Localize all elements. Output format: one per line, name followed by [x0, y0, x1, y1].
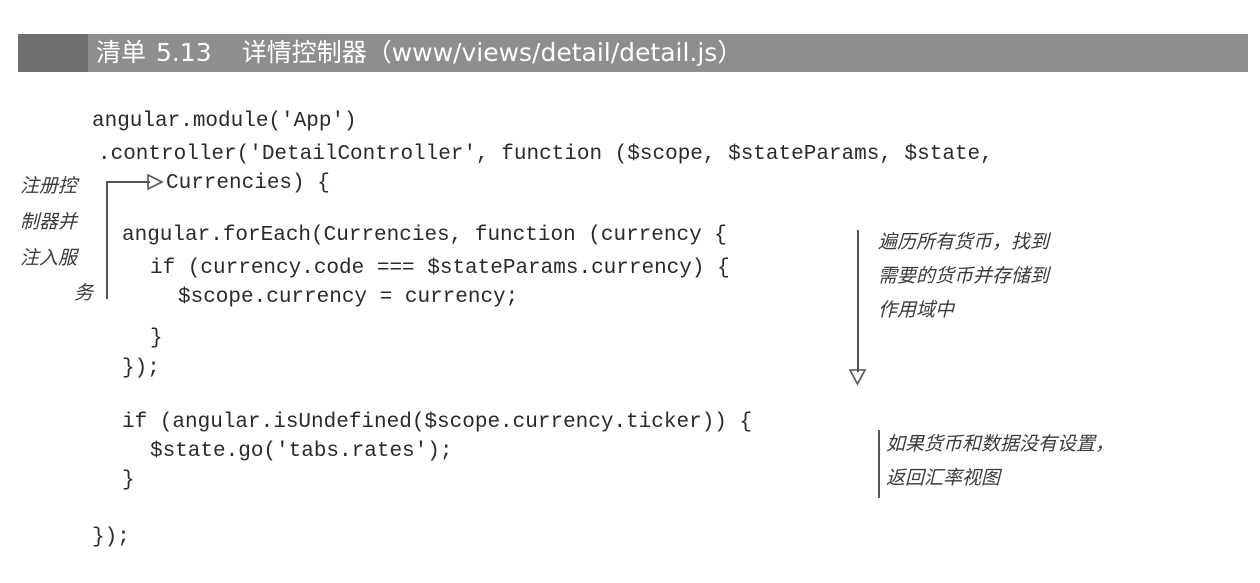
listing-header-accent: [18, 34, 88, 72]
annotation-fallback-line-text: 如果货币和数据没有设置，: [886, 433, 1115, 455]
arrow-right-icon: [147, 173, 164, 191]
code-line: angular.module('App'): [92, 110, 357, 133]
annotation-inject-connector: [106, 181, 150, 183]
annotation-inject-line: 注册控: [20, 175, 78, 197]
code-line: });: [122, 357, 160, 380]
code-line: }: [150, 327, 163, 350]
code-line: });: [92, 526, 130, 549]
listing-header: 清单 5.13 详情控制器（www/views/detail/detail.js）: [18, 34, 1248, 72]
annotation-loop-line-text: 作用域中: [878, 299, 955, 321]
annotation-fallback-line-text: 返回汇率视图: [886, 467, 1001, 489]
annotation-inject-bracket: [106, 181, 108, 299]
arrow-down-icon: [848, 369, 867, 386]
annotation-inject-line: 制器并: [20, 211, 78, 233]
code-line: Currencies) {: [166, 172, 330, 195]
listing-number: 5.13: [156, 38, 212, 67]
annotation-loop-line: [857, 230, 859, 372]
code-line: if (currency.code === $stateParams.curre…: [150, 257, 730, 280]
code-line: $scope.currency = currency;: [178, 286, 519, 309]
code-line: $state.go('tabs.rates');: [150, 440, 453, 463]
annotation-inject-line: 注入服: [20, 247, 78, 269]
code-line: .controller('DetailController', function…: [98, 143, 993, 166]
annotation-loop-line-text: 需要的货币并存储到: [878, 265, 1050, 287]
listing-label: 清单: [96, 38, 147, 67]
annotation-fallback-bracket: [878, 430, 880, 498]
code-line: if (angular.isUndefined($scope.currency.…: [122, 411, 753, 434]
code-line: }: [122, 469, 135, 492]
annotation-inject-line: 务: [74, 282, 94, 304]
listing-caption: 清单 5.13 详情控制器（www/views/detail/detail.js）: [96, 36, 742, 70]
listing-title: 详情控制器（www/views/detail/detail.js）: [241, 38, 743, 67]
annotation-loop-line-text: 遍历所有货币，找到: [878, 231, 1050, 253]
code-line: angular.forEach(Currencies, function (cu…: [122, 224, 727, 247]
